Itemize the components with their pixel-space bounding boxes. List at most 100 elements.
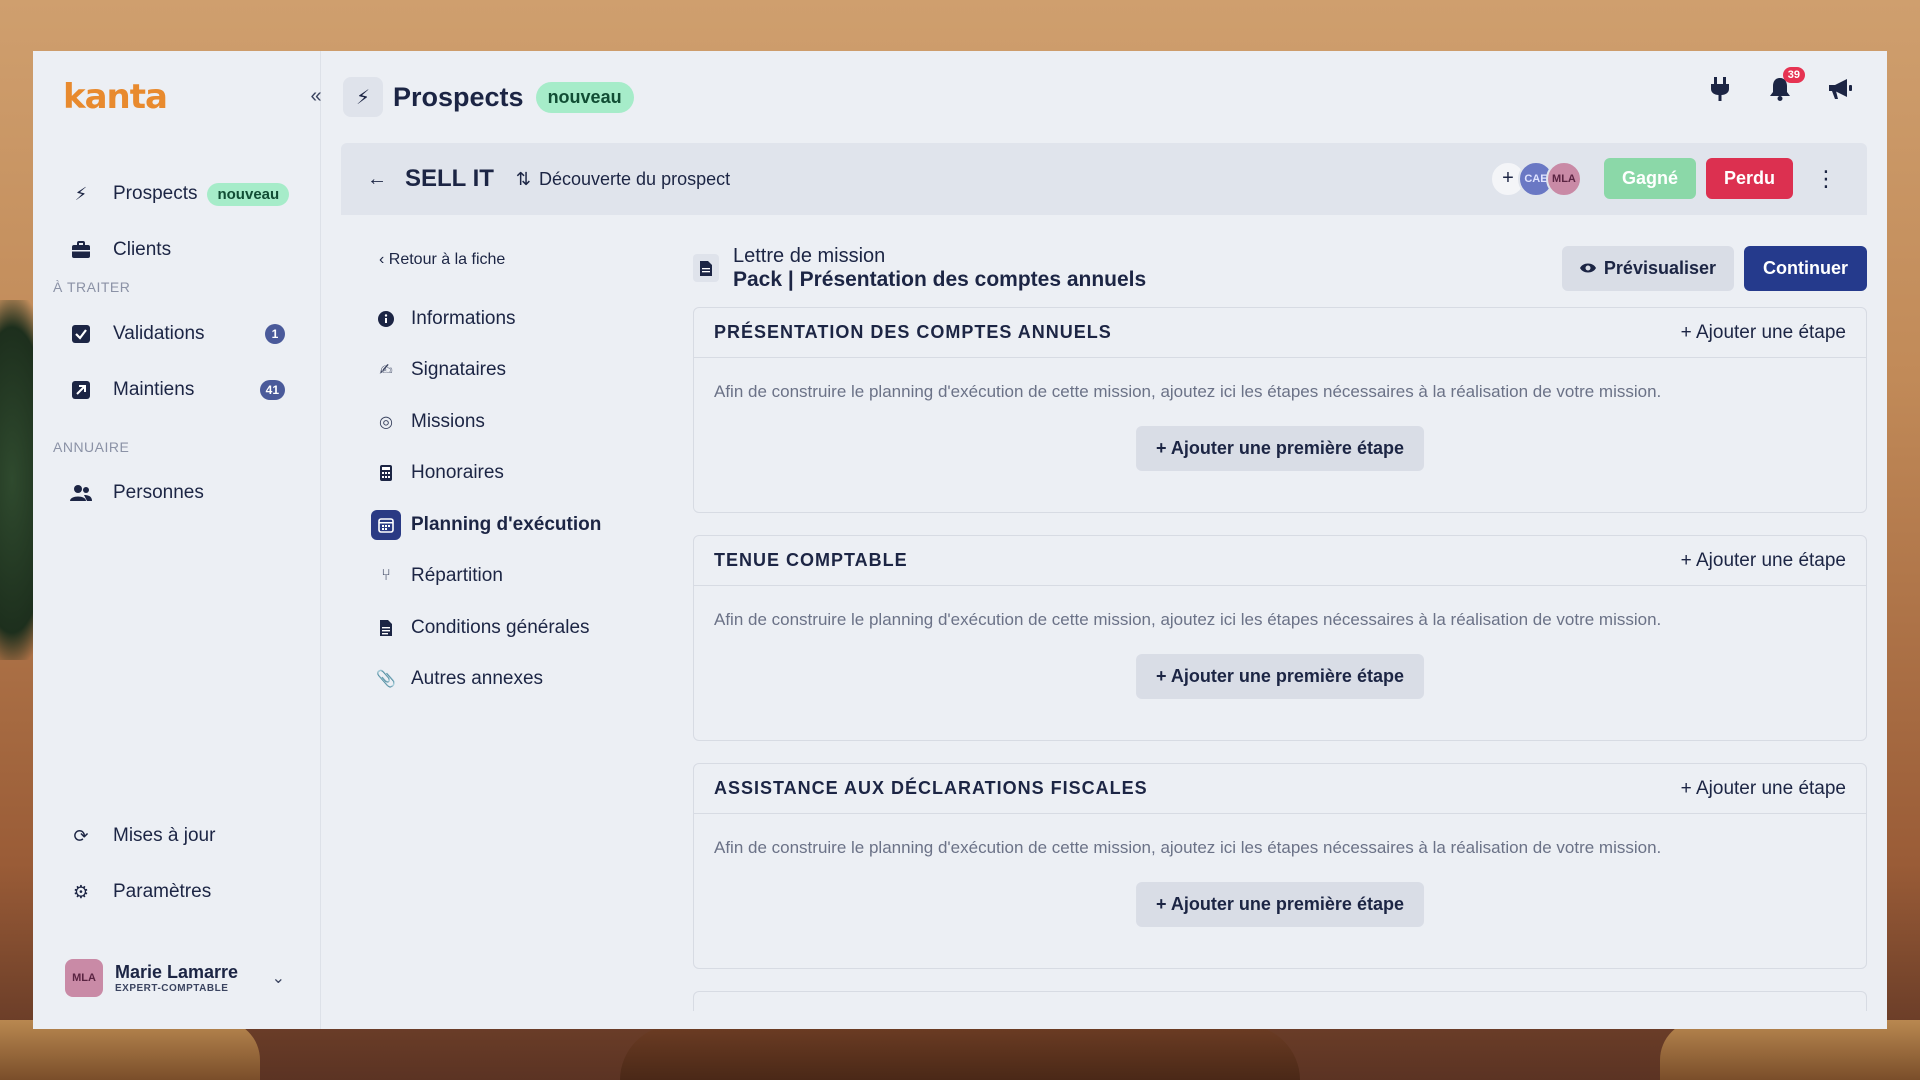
step-label: Planning d'exécution (411, 513, 602, 535)
sidebar-item-settings[interactable]: ⚙ Paramètres (57, 871, 297, 913)
add-step-button[interactable]: + Ajouter une étape (1681, 778, 1846, 800)
briefcase-icon (69, 238, 93, 262)
document-header: Lettre de mission Pack | Présentation de… (693, 243, 1867, 293)
new-badge: nouveau (207, 182, 290, 206)
step-planning[interactable]: Planning d'exécution (371, 499, 671, 551)
add-step-button[interactable]: + Ajouter une étape (1681, 550, 1846, 572)
sidebar-item-personnes[interactable]: Personnes (57, 472, 297, 514)
add-first-step-button[interactable]: + Ajouter une première étape (1136, 882, 1424, 927)
add-step-label: Ajouter une étape (1695, 549, 1846, 571)
card-description: Afin de construire le planning d'exécuti… (714, 610, 1662, 629)
chevron-down-icon: ⌄ (271, 970, 285, 987)
avatar[interactable]: MLA (1545, 160, 1582, 197)
step-conditions[interactable]: Conditions générales (371, 602, 671, 654)
app-window: kanta « ⚡ Prospects nouveau Clients À TR… (33, 51, 1887, 1029)
section-title-to-process: À TRAITER (53, 279, 131, 295)
add-step-button[interactable]: + Ajouter une étape (1681, 322, 1846, 344)
step-label: Autres annexes (411, 668, 544, 690)
step-label: Répartition (411, 565, 503, 587)
bolt-icon: ⚡ (74, 183, 88, 204)
megaphone-icon[interactable] (1827, 77, 1853, 108)
sidebar-item-maintiens[interactable]: Maintiens 41 (57, 369, 297, 411)
add-first-step-button[interactable]: + Ajouter une première étape (1136, 426, 1424, 471)
step-label: Informations (411, 307, 516, 329)
new-badge: nouveau (535, 81, 634, 113)
notification-count: 39 (1782, 67, 1805, 83)
document-icon (371, 613, 401, 643)
card-header: ASSISTANCE AUX DÉCLARATIONS FISCALES + A… (694, 764, 1866, 814)
target-icon: ◎ (379, 413, 393, 431)
arrow-left-icon[interactable]: ← (367, 168, 387, 191)
sidebar-item-validations[interactable]: Validations 1 (57, 313, 297, 355)
main-area: ⚡ Prospects nouveau 39 ← SELL IT ⇅ Décou… (321, 51, 1887, 1029)
won-button[interactable]: Gagné (1603, 158, 1696, 199)
user-menu[interactable]: MLA Marie Lamarre EXPERT-COMPTABLE ⌄ (57, 951, 297, 1005)
more-options-icon[interactable]: ⋮ (1815, 166, 1837, 192)
sidebar-item-label: Validations (113, 323, 205, 344)
sidebar-item-label: Personnes (113, 482, 204, 503)
kanta-logo[interactable]: kanta (63, 77, 168, 117)
card-description: Afin de construire le planning d'exécuti… (714, 838, 1662, 857)
mission-card: ASSISTANCE AUX DÉCLARATIONS FISCALES + A… (693, 763, 1867, 969)
card-description: Afin de construire le planning d'exécuti… (714, 382, 1662, 401)
gear-icon: ⚙ (72, 881, 90, 902)
lost-button[interactable]: Perdu (1705, 158, 1793, 199)
page-title: Prospects (393, 81, 524, 112)
user-role: EXPERT-COMPTABLE (115, 983, 229, 994)
card-header: PRÉSENTATION DES COMPTES ANNUELS + Ajout… (694, 308, 1866, 358)
document-subtitle: Pack | Présentation des comptes annuels (733, 267, 1147, 291)
return-link[interactable]: ‹ Retour à la fiche (379, 251, 671, 269)
sidebar-item-label: Prospects (113, 183, 198, 204)
checkbox-icon (69, 322, 93, 346)
step-label: Conditions générales (411, 616, 590, 638)
prospect-step[interactable]: ⇅ Découverte du prospect (516, 169, 730, 190)
top-bar: ⚡ Prospects nouveau 39 (321, 51, 1887, 143)
add-first-step-button[interactable]: + Ajouter une première étape (1136, 654, 1424, 699)
info-icon (371, 304, 401, 334)
sidebar-item-label: Mises à jour (113, 825, 216, 846)
mission-card: PRÉSENTATION DES COMPTES ANNUELS + Ajout… (693, 307, 1867, 513)
continue-button[interactable]: Continuer (1744, 245, 1867, 291)
add-step-label: Ajouter une étape (1695, 321, 1846, 343)
step-annexes[interactable]: 📎 Autres annexes (371, 654, 671, 706)
sidebar-item-label: Maintiens (113, 379, 195, 400)
workspace: ← SELL IT ⇅ Découverte du prospect + CAE… (341, 143, 1867, 1029)
count-badge: 1 (265, 324, 285, 344)
refresh-icon: ⟳ (73, 825, 89, 846)
add-first-step-label: Ajouter une première étape (1170, 438, 1404, 458)
card-title: ASSISTANCE AUX DÉCLARATIONS FISCALES (714, 778, 1148, 798)
section-title-directory: ANNUAIRE (53, 439, 130, 455)
signature-icon: ✍ (379, 362, 393, 380)
count-badge: 41 (259, 380, 285, 400)
step-honoraires[interactable]: Honoraires (371, 448, 671, 500)
sidebar: kanta « ⚡ Prospects nouveau Clients À TR… (33, 51, 322, 1029)
card-header: TENUE COMPTABLE + Ajouter une étape (694, 536, 1866, 586)
step-informations[interactable]: Informations (371, 293, 671, 345)
sidebar-item-updates[interactable]: ⟳ Mises à jour (57, 815, 297, 857)
sidebar-item-label: Paramètres (113, 881, 212, 902)
step-label: Honoraires (411, 462, 504, 484)
add-first-step-label: Ajouter une première étape (1170, 894, 1404, 914)
step-missions[interactable]: ◎ Missions (371, 396, 671, 448)
people-icon (69, 481, 93, 505)
sidebar-item-prospects[interactable]: ⚡ Prospects nouveau (57, 173, 297, 215)
paperclip-icon: 📎 (376, 671, 396, 689)
card-title: TENUE COMPTABLE (714, 550, 908, 570)
arrow-up-right-icon (69, 378, 93, 402)
prospect-header: ← SELL IT ⇅ Découverte du prospect + CAE… (341, 143, 1867, 215)
calendar-icon (371, 509, 401, 540)
top-actions: 39 (1707, 67, 1853, 108)
sidebar-item-clients[interactable]: Clients (57, 229, 297, 271)
user-name: Marie Lamarre (115, 962, 239, 982)
assignees: + CAE MLA (1489, 160, 1582, 197)
chevron-left-icon: ‹ (379, 251, 389, 268)
background-chair-left (0, 1020, 260, 1080)
step-signataires[interactable]: ✍ Signataires (371, 345, 671, 397)
bell-icon[interactable]: 39 (1767, 67, 1805, 108)
step-repartition[interactable]: ⑂ Répartition (371, 551, 671, 603)
background-monitor-stand (620, 1025, 1300, 1080)
card-title: PRÉSENTATION DES COMPTES ANNUELS (714, 322, 1112, 342)
avatar: MLA (65, 959, 103, 997)
plug-icon[interactable] (1707, 77, 1733, 108)
preview-button[interactable]: Prévisualiser (1561, 245, 1734, 291)
